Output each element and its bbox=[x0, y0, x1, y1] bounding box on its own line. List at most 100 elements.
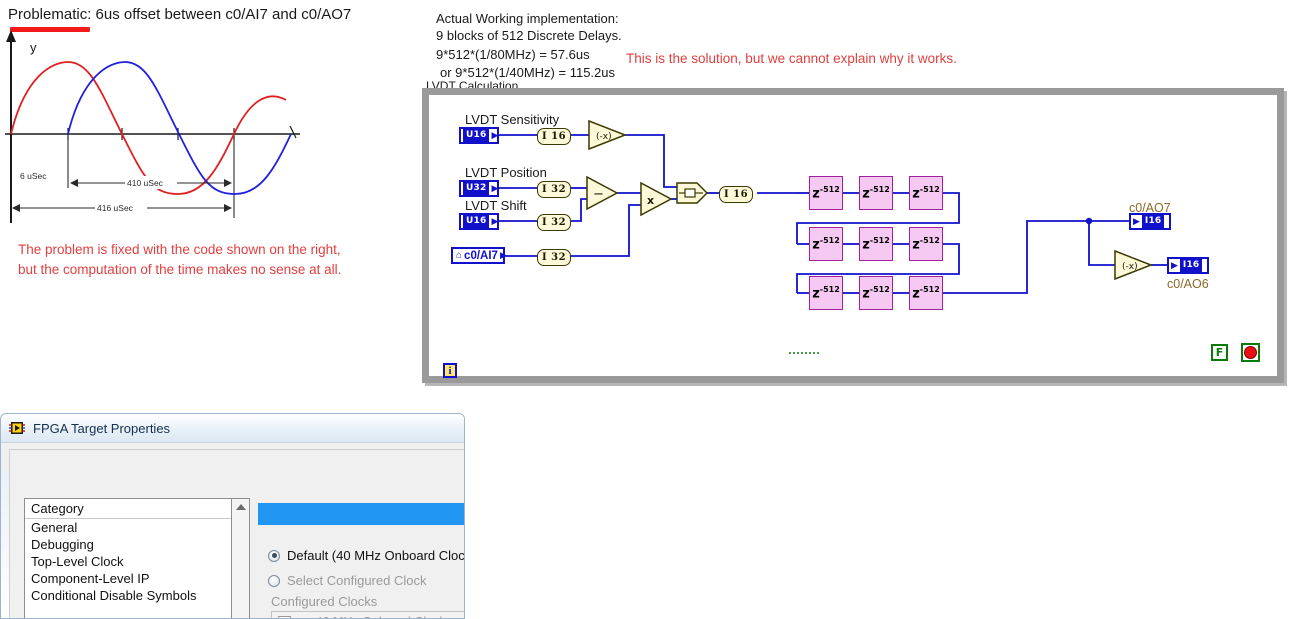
configured-clocks-label: Configured Clocks bbox=[271, 594, 378, 609]
home-icon: ⌂ bbox=[456, 250, 463, 261]
coerce-node-i16-sensitivity: I 16 bbox=[537, 128, 572, 145]
boolean-false-constant[interactable]: F bbox=[1211, 344, 1228, 361]
delay-block[interactable]: z-512 bbox=[859, 227, 893, 261]
tree-row-label: 40 MHz Onboard Clock bbox=[316, 615, 446, 618]
negate-node-ao6: (-x) bbox=[1114, 249, 1154, 281]
output-label-c0-ao6: c0/AO6 bbox=[1167, 277, 1209, 291]
indicator-c0-ao7[interactable]: ▶ I16 bbox=[1129, 213, 1171, 230]
svg-text:(-x): (-x) bbox=[1122, 262, 1138, 272]
category-item-selected-label: Top-Level Clock bbox=[31, 554, 124, 569]
radio-select-configured-clock[interactable]: Select Configured Clock bbox=[268, 573, 426, 588]
terminal-lvdt-position[interactable]: U32 ▶ bbox=[459, 180, 499, 197]
terminal-type-chip: U16 bbox=[463, 215, 490, 228]
wire-junction bbox=[1085, 217, 1093, 225]
delay-exponent: -512 bbox=[919, 235, 940, 245]
delay-block[interactable]: z-512 bbox=[809, 227, 843, 261]
terminal-lvdt-shift[interactable]: U16 ▶ bbox=[459, 213, 499, 230]
delay-label: z-512 bbox=[862, 284, 890, 302]
delay-exponent: -512 bbox=[919, 184, 940, 194]
radio-configured-clock-label: Select Configured Clock bbox=[287, 573, 427, 588]
impl-note-line-4: or 9*512*(1/40MHz) = 115.2us bbox=[440, 65, 615, 80]
delay-block[interactable]: z-512 bbox=[809, 276, 843, 310]
delay-block[interactable]: z-512 bbox=[859, 176, 893, 210]
category-item-top-level-clock[interactable]: Top-Level Clock bbox=[25, 553, 231, 570]
chart-annotation-410usec: 410 uSec bbox=[127, 178, 164, 188]
page-title: Problematic: 6us offset between c0/AI7 a… bbox=[8, 6, 352, 23]
negate-node-sensitivity: (-x) bbox=[588, 119, 628, 151]
terminal-type-chip: U16 bbox=[463, 129, 490, 142]
delay-block[interactable]: z-512 bbox=[909, 176, 943, 210]
chart-annotation-416usec: 416 uSec bbox=[97, 203, 134, 213]
to-i16-conversion-node bbox=[676, 182, 709, 204]
delay-label: z-512 bbox=[862, 184, 890, 202]
labview-fpga-icon bbox=[9, 422, 25, 434]
top-level-clock-pane: Default (40 MHz Onboard Clock) Select Co… bbox=[258, 490, 464, 618]
indicator-c0-ao6[interactable]: ▶ I16 bbox=[1167, 257, 1209, 274]
pane-header-banner bbox=[258, 503, 464, 525]
delay-label: z-512 bbox=[812, 284, 840, 302]
category-item-conditional-disable-symbols[interactable]: Conditional Disable Symbols bbox=[25, 587, 231, 604]
delay-exponent: -512 bbox=[819, 284, 840, 294]
loop-stop-condition-terminal[interactable] bbox=[1241, 343, 1260, 362]
radio-button-icon bbox=[268, 549, 280, 562]
delay-label: z-512 bbox=[812, 235, 840, 253]
block-diagram-canvas: (-x) − x (-x) LVDT Sensitivity LVDT Posi… bbox=[429, 95, 1277, 378]
indicator-type-chip: I16 bbox=[1141, 215, 1165, 228]
svg-text:(-x): (-x) bbox=[596, 132, 612, 142]
terminal-type-chip: U32 bbox=[463, 182, 490, 195]
terminal-arrow-icon: ▶ bbox=[491, 183, 499, 193]
category-item-general[interactable]: General bbox=[25, 519, 231, 536]
tree-row-onboard-clock[interactable]: − ···· 40 MHz Onboard Clock bbox=[272, 612, 464, 618]
fix-note-line-1: The problem is fixed with the code shown… bbox=[18, 242, 341, 257]
fpga-target-properties-dialog: FPGA Target Properties Category General … bbox=[0, 413, 465, 619]
terminal-lvdt-sensitivity[interactable]: U16 ▶ bbox=[459, 127, 499, 144]
delay-label: z-512 bbox=[862, 235, 890, 253]
fix-note: The problem is fixed with the code shown… bbox=[18, 240, 341, 279]
delay-exponent: -512 bbox=[819, 235, 840, 245]
coerce-node-i16-mid: I 16 bbox=[719, 186, 754, 203]
category-list-header: Category bbox=[25, 499, 231, 519]
delay-exponent: -512 bbox=[869, 184, 890, 194]
radio-default-clock[interactable]: Default (40 MHz Onboard Clock) bbox=[268, 548, 464, 563]
terminal-c0-ai7[interactable]: ⌂ c0/AI7 ▶ bbox=[451, 247, 507, 264]
delay-label: z-512 bbox=[912, 284, 940, 302]
fix-note-line-2: but the computation of the time makes no… bbox=[18, 261, 342, 277]
category-item-component-level-ip[interactable]: Component-Level IP bbox=[25, 570, 231, 587]
collapse-expander-icon[interactable]: − bbox=[278, 615, 291, 618]
delay-block[interactable]: z-512 bbox=[909, 276, 943, 310]
dialog-title: FPGA Target Properties bbox=[33, 420, 171, 436]
radio-button-icon bbox=[268, 574, 280, 587]
terminal-arrow-icon: ▶ bbox=[491, 130, 499, 140]
category-item-debugging[interactable]: Debugging bbox=[25, 536, 231, 553]
loop-iteration-terminal[interactable]: i bbox=[443, 363, 457, 378]
offset-waveform-chart: 6 uSec 410 uSec 416 uSec y bbox=[5, 30, 300, 223]
labview-while-loop: (-x) − x (-x) LVDT Sensitivity LVDT Posi… bbox=[422, 88, 1284, 383]
terminal-arrow-icon: ▶ bbox=[491, 216, 499, 226]
delay-exponent: -512 bbox=[819, 184, 840, 194]
chart-annotation-6usec: 6 uSec bbox=[20, 171, 47, 181]
impl-note-line-1: Actual Working implementation: bbox=[436, 11, 619, 26]
delay-block[interactable]: z-512 bbox=[859, 276, 893, 310]
delay-exponent: -512 bbox=[869, 284, 890, 294]
chart-y-axis-label: y bbox=[30, 40, 37, 55]
dialog-left-strip bbox=[1, 471, 9, 618]
subtract-node: − bbox=[586, 175, 619, 211]
dialog-titlebar[interactable]: FPGA Target Properties bbox=[1, 414, 464, 442]
terminal-arrow-icon: ▶ bbox=[1133, 216, 1140, 226]
category-list-scrollbar[interactable] bbox=[232, 498, 250, 618]
control-label-lvdt-shift: LVDT Shift bbox=[465, 198, 527, 213]
delay-exponent: -512 bbox=[919, 284, 940, 294]
category-listbox[interactable]: Category General Debugging Top-Level Clo… bbox=[24, 498, 232, 618]
control-label-lvdt-position: LVDT Position bbox=[465, 165, 547, 180]
delay-block[interactable]: z-512 bbox=[909, 227, 943, 261]
impl-note-line-2: 9 blocks of 512 Discrete Delays. bbox=[436, 28, 622, 43]
configured-clocks-tree[interactable]: − ···· 40 MHz Onboard Clock ⌙···· 80MHz bbox=[271, 611, 464, 618]
coerce-node-i32-position: I 32 bbox=[537, 181, 572, 198]
delay-block[interactable]: z-512 bbox=[809, 176, 843, 210]
delay-exponent: -512 bbox=[869, 235, 890, 245]
scroll-up-arrow-icon[interactable] bbox=[235, 504, 246, 510]
solution-comment: This is the solution, but we cannot expl… bbox=[626, 51, 957, 66]
svg-text:−: − bbox=[593, 187, 604, 202]
delay-label: z-512 bbox=[912, 184, 940, 202]
delay-label: z-512 bbox=[912, 235, 940, 253]
